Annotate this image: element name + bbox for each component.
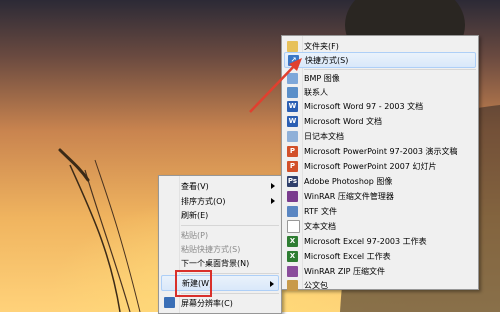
menu-item-label: Adobe Photoshop 图像 — [304, 176, 393, 186]
menu-item-label: WinRAR ZIP 压缩文件 — [304, 266, 386, 276]
menu-item-new-excel[interactable]: X Microsoft Excel 工作表 — [284, 248, 476, 264]
powerpoint-icon: P — [287, 145, 298, 157]
powerpoint-icon: P — [287, 160, 298, 172]
menu-item-label: 文本文档 — [304, 221, 336, 231]
monitor-icon — [164, 297, 175, 308]
menu-separator — [181, 225, 279, 226]
briefcase-icon — [287, 279, 298, 291]
excel-icon: X — [287, 235, 298, 247]
highlight-box — [175, 270, 212, 297]
submenu-arrow-icon — [271, 183, 275, 189]
menu-item-new-shortcut[interactable]: ↗ 快捷方式(S) — [284, 52, 476, 68]
rtf-icon — [287, 205, 298, 217]
menu-item-new-ppt2007[interactable]: P Microsoft PowerPoint 2007 幻灯片 — [284, 158, 476, 174]
menu-item-view[interactable]: 查看(V) — [161, 178, 279, 194]
menu-item-label: Microsoft Word 97 - 2003 文档 — [304, 101, 424, 111]
menu-item-label: Microsoft PowerPoint 97-2003 演示文稿 — [304, 146, 458, 156]
menu-item-label: 查看(V) — [181, 181, 209, 191]
menu-item-label: 快捷方式(S) — [305, 55, 349, 65]
submenu-arrow-icon — [270, 281, 274, 287]
menu-item-label: 日记本文档 — [304, 131, 344, 141]
menu-item-new-winrar[interactable]: WinRAR 压缩文件管理器 — [284, 188, 476, 204]
menu-item-label: Microsoft Excel 97-2003 工作表 — [304, 236, 427, 246]
menu-item-label: BMP 图像 — [304, 73, 340, 83]
menu-item-refresh[interactable]: 刷新(E) — [161, 207, 279, 223]
contact-icon — [287, 86, 298, 98]
menu-item-label: 排序方式(O) — [181, 196, 226, 206]
menu-item-new-excel97[interactable]: X Microsoft Excel 97-2003 工作表 — [284, 233, 476, 249]
menu-item-next-background[interactable]: 下一个桌面背景(N) — [161, 255, 279, 271]
menu-item-new-briefcase[interactable]: 公文包 — [284, 277, 476, 293]
menu-item-label: Microsoft Word 文档 — [304, 116, 383, 126]
menu-item-label: 下一个桌面背景(N) — [181, 258, 250, 268]
winrar-icon — [287, 190, 298, 202]
menu-item-new-journal[interactable]: 日记本文档 — [284, 128, 476, 144]
submenu-arrow-icon — [271, 198, 275, 204]
menu-item-label: 屏幕分辨率(C) — [181, 298, 233, 308]
shortcut-icon: ↗ — [288, 54, 299, 66]
winrar-zip-icon — [287, 265, 298, 277]
menu-item-new-word[interactable]: W Microsoft Word 文档 — [284, 113, 476, 129]
text-icon — [287, 219, 300, 233]
menu-item-label: Microsoft PowerPoint 2007 幻灯片 — [304, 161, 437, 171]
new-submenu: 文件夹(F) ↗ 快捷方式(S) BMP 图像 联系人 W Microsoft … — [281, 35, 479, 293]
folder-icon — [287, 40, 298, 52]
menu-item-label: Microsoft Excel 工作表 — [304, 251, 391, 261]
photoshop-icon: Ps — [287, 175, 298, 187]
journal-icon — [287, 130, 298, 142]
excel-icon: X — [287, 250, 298, 262]
menu-item-label: 刷新(E) — [181, 210, 209, 220]
menu-item-label: WinRAR 压缩文件管理器 — [304, 191, 394, 201]
menu-item-label: RTF 文件 — [304, 206, 338, 216]
menu-item-screen-resolution[interactable]: 屏幕分辨率(C) — [161, 295, 279, 311]
menu-item-new-rtf[interactable]: RTF 文件 — [284, 203, 476, 219]
menu-item-new-ppt97[interactable]: P Microsoft PowerPoint 97-2003 演示文稿 — [284, 143, 476, 159]
menu-item-label: 公文包 — [304, 280, 328, 290]
menu-item-new-word97[interactable]: W Microsoft Word 97 - 2003 文档 — [284, 98, 476, 114]
word-icon: W — [287, 115, 298, 127]
menu-item-label: 粘贴快捷方式(S) — [181, 244, 241, 254]
menu-item-label: 联系人 — [304, 87, 328, 97]
menu-item-new-photoshop[interactable]: Ps Adobe Photoshop 图像 — [284, 173, 476, 189]
bmp-icon — [287, 72, 298, 84]
menu-item-new-text[interactable]: 文本文档 — [284, 218, 476, 234]
menu-item-label: 粘贴(P) — [181, 230, 209, 240]
word-icon: W — [287, 100, 298, 112]
menu-item-label: 文件夹(F) — [304, 41, 339, 51]
